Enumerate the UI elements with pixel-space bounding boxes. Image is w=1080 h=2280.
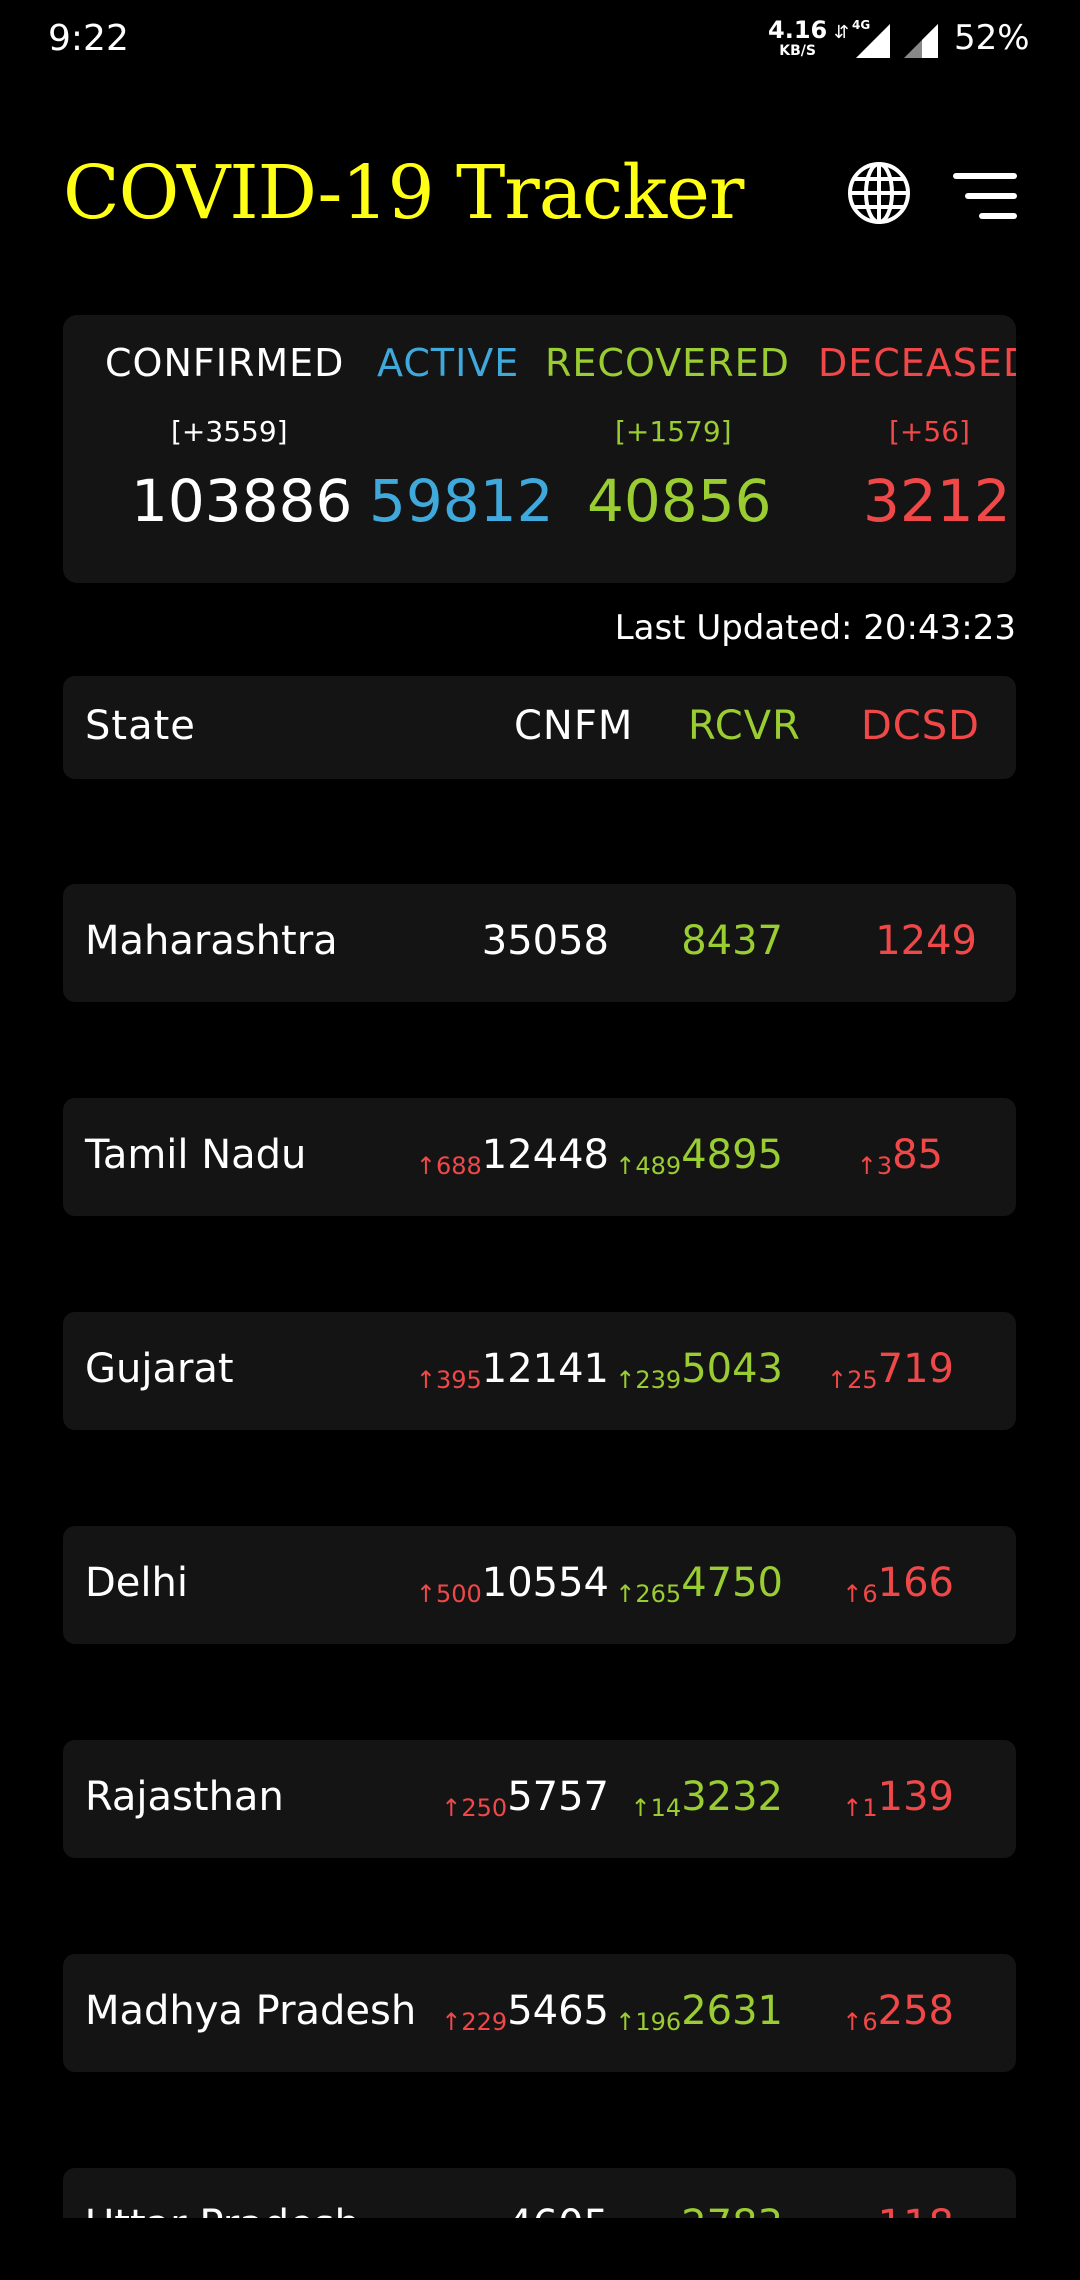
deceased-label: DECEASED [818,341,1016,385]
header-confirmed[interactable]: CNFM [514,703,633,749]
rcvr-cell: 8437 [681,918,783,964]
table-row[interactable]: Tamil Nadu ↑68812448 ↑4894895 ↑385 [63,1098,1016,1216]
dcsd-cell: ↑6166 [842,1560,954,1608]
cnfm-cell: ↑2295465 [441,1988,609,2036]
cnfm-cell: ↑50010554 [415,1560,609,1608]
confirmed-label: CONFIRMED [105,341,345,385]
rcvr-cell: ↑143232 [630,1774,783,1822]
battery-level: 52% [954,18,1030,58]
table-row[interactable]: Rajasthan ↑2505757 ↑143232 ↑1139 [63,1740,1016,1858]
cnfm-cell: ↑68812448 [415,1132,609,1180]
dcsd-cell: 1249 [875,918,977,964]
rcvr-cell: 2783 [681,2202,783,2218]
summary-card: CONFIRMED [+3559] 103886 ACTIVE 59812 RE… [63,315,1016,583]
recovered-value: 40856 [587,467,772,535]
cnfm-cell: ↑39512141 [415,1346,609,1394]
table-row[interactable]: Delhi ↑50010554 ↑2654750 ↑6166 [63,1526,1016,1644]
header-state[interactable]: State [85,703,196,749]
table-header: State CNFM RCVR DCSD [63,676,1016,779]
table-row[interactable]: Uttar Pradesh 4605 2783 118 [63,2168,1016,2218]
last-updated: Last Updated: 20:43:23 [614,608,1016,648]
status-time: 9:22 [48,18,129,59]
deceased-value: 3212 [863,467,1011,535]
dcsd-cell: ↑1139 [842,1774,954,1822]
state-name: Rajasthan [85,1774,284,1820]
cnfm-cell: ↑2505757 [441,1774,609,1822]
header-deceased[interactable]: DCSD [861,703,980,749]
network-speed: 4.16 KB/S [768,16,828,59]
rcvr-cell: ↑4894895 [615,1132,783,1180]
state-name: Madhya Pradesh [85,1988,417,2034]
header-recovered[interactable]: RCVR [688,703,801,749]
table-row[interactable]: Maharashtra 35058 8437 1249 [63,884,1016,1002]
deceased-delta: [+56] [889,415,970,448]
state-name: Gujarat [85,1346,234,1392]
status-bar: 9:22 4.16 KB/S ⇵ 4G 52% [0,0,1080,80]
signal-icon [856,24,890,58]
recovered-delta: [+1579] [615,415,732,448]
cnfm-cell: 4605 [507,2202,609,2218]
signal-icon-secondary [904,24,938,58]
state-name: Delhi [85,1560,188,1606]
filter-button[interactable] [952,170,1018,222]
data-transfer-icon: ⇵ [834,22,850,43]
globe-button[interactable] [846,160,912,226]
dcsd-cell: ↑6258 [842,1988,954,2036]
recovered-label: RECOVERED [545,341,790,385]
confirmed-delta: [+3559] [171,415,288,448]
rcvr-cell: ↑2395043 [615,1346,783,1394]
dcsd-cell: ↑25719 [826,1346,954,1394]
active-label: ACTIVE [377,341,520,385]
state-name: Tamil Nadu [85,1132,307,1178]
dcsd-cell: ↑385 [856,1132,943,1180]
active-value: 59812 [369,467,554,535]
filter-icon [953,173,1017,219]
rcvr-cell: ↑2654750 [615,1560,783,1608]
state-list[interactable]: Maharashtra 35058 8437 1249 Tamil Nadu ↑… [0,780,1080,2218]
cnfm-cell: 35058 [481,918,609,964]
confirmed-value: 103886 [131,467,353,535]
state-name: Maharashtra [85,918,338,964]
dcsd-cell: 118 [878,2202,954,2218]
globe-icon [848,162,910,224]
rcvr-cell: ↑1962631 [615,1988,783,2036]
state-name: Uttar Pradesh [85,2202,360,2218]
table-row[interactable]: Madhya Pradesh ↑2295465 ↑1962631 ↑6258 [63,1954,1016,2072]
table-row[interactable]: Gujarat ↑39512141 ↑2395043 ↑25719 [63,1312,1016,1430]
app-title: COVID-19 Tracker [63,150,744,236]
